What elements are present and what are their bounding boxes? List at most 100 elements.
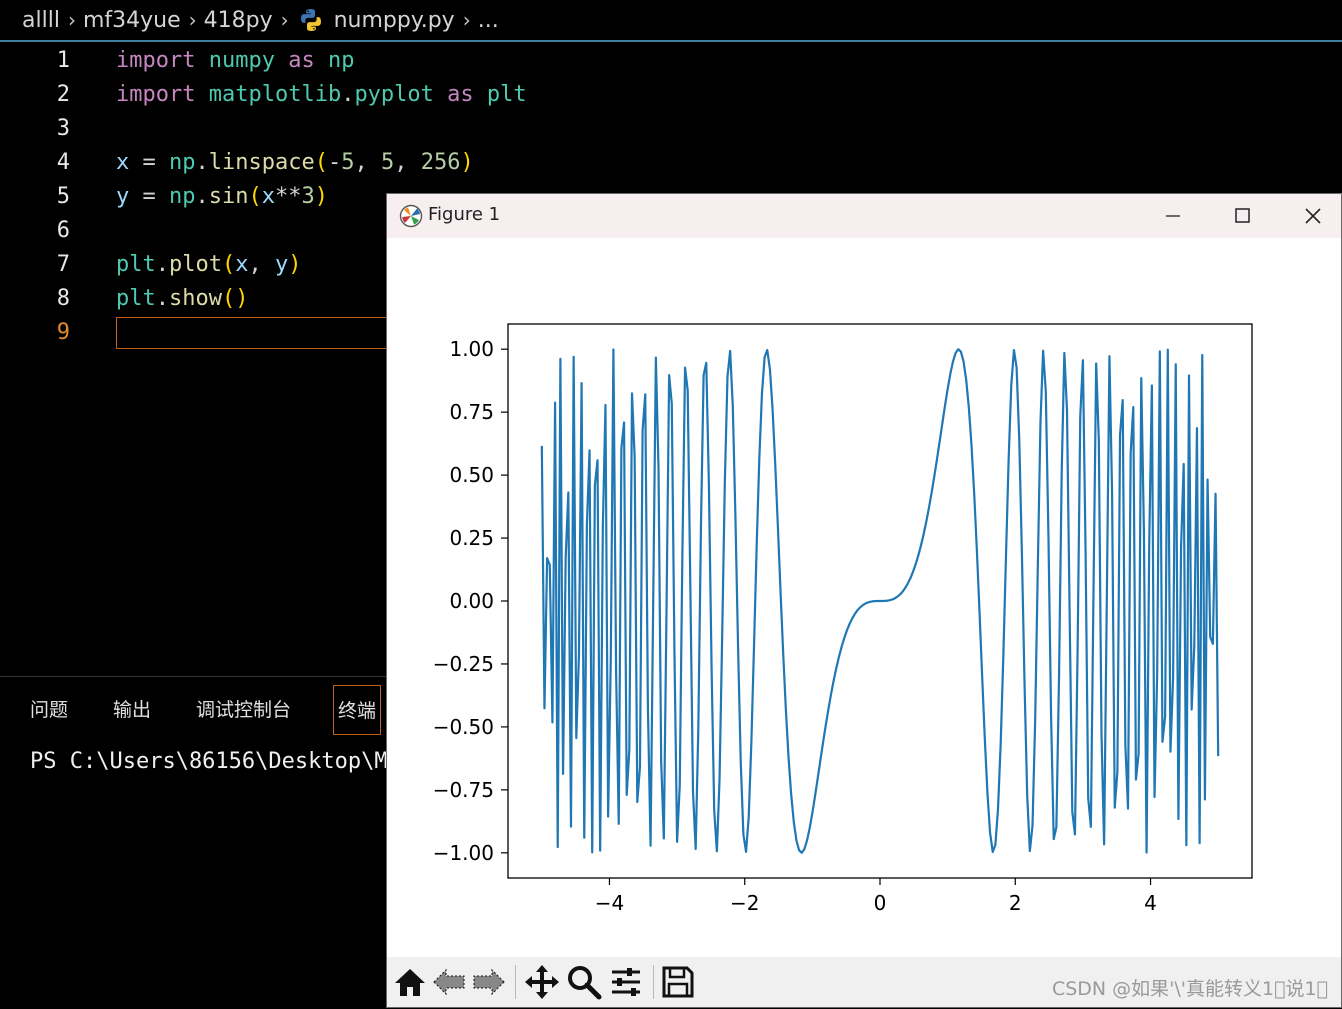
figure-window[interactable]: Figure 1 1.00 0.75 0.50 0.25 0.00 −0.25 −0.50 −… (386, 193, 1342, 1008)
y-tick-label: 0.75 (449, 400, 494, 424)
code-token: = (129, 150, 169, 175)
save-icon[interactable] (659, 963, 697, 1001)
code-token: sin (208, 184, 249, 209)
line-chart[interactable]: 1.00 0.75 0.50 0.25 0.00 −0.25 −0.50 −0.75 −1.00… (387, 238, 1341, 958)
code-line[interactable]: 1 import numpy as np (0, 44, 600, 78)
line-number: 7 (56, 252, 70, 277)
zoom-icon[interactable] (565, 963, 603, 1001)
minimize-icon[interactable] (1153, 200, 1193, 232)
python-file-icon (300, 9, 321, 31)
tab-terminal[interactable]: 终端 (333, 685, 382, 735)
y-tick-label: −0.50 (433, 715, 494, 739)
toolbar-separator (653, 965, 654, 999)
code-token: 3 (301, 184, 315, 209)
code-line[interactable]: 2 import matplotlib.pyplot as plt (0, 78, 600, 112)
figure-titlebar[interactable]: Figure 1 (387, 194, 1341, 238)
toolbar-separator (515, 965, 516, 999)
y-tick-label: −0.25 (433, 652, 494, 676)
code-token: x (261, 184, 275, 209)
code-token: y (274, 252, 289, 277)
line-number: 4 (56, 150, 70, 175)
forward-icon[interactable] (469, 963, 507, 1001)
line-number: 5 (56, 184, 70, 209)
code-token: . (341, 82, 355, 107)
code-token: ) (460, 150, 474, 175)
breadcrumb-item-more[interactable]: ... (478, 8, 499, 33)
x-tick-label: 0 (874, 891, 887, 915)
code-token: ) (314, 184, 328, 209)
code-text[interactable]: plt.show() (116, 282, 248, 316)
code-token: np (169, 184, 196, 209)
code-token: x (116, 150, 130, 175)
code-token: numpy (208, 48, 275, 73)
code-token: as (447, 82, 474, 107)
code-token: linspace (208, 150, 315, 175)
chevron-right-icon: › (188, 8, 197, 32)
code-text[interactable]: y = np.sin(x**3) (116, 180, 328, 214)
code-line[interactable]: 3 (0, 112, 600, 146)
y-tick-label: −1.00 (433, 841, 494, 865)
breadcrumb: allll › mf34yue › 418py › numppy.py › ..… (0, 0, 1342, 42)
code-token: plt (486, 82, 527, 107)
code-token: show (169, 286, 222, 311)
code-token: . (155, 286, 169, 311)
terminal-prompt[interactable]: PS C:\Users\86156\Desktop\My (30, 749, 401, 774)
code-token: import (116, 48, 196, 73)
code-token: ) (288, 252, 302, 277)
code-token: plt (116, 252, 156, 277)
tab-problems[interactable]: 问题 (30, 685, 68, 735)
maximize-icon[interactable] (1222, 200, 1262, 232)
code-token: 5 (341, 150, 355, 175)
breadcrumb-item-subfolder[interactable]: 418py (204, 8, 273, 33)
x-tick-label: 2 (1009, 891, 1022, 915)
code-token: pyplot (354, 82, 434, 107)
code-token: . (155, 252, 169, 277)
tab-debug-console[interactable]: 调试控制台 (196, 685, 291, 735)
code-line[interactable]: 4 x = np.linspace(-5, 5, 256) (0, 146, 600, 180)
y-tick-label: 0.25 (449, 526, 494, 550)
y-tick-label: −0.75 (433, 778, 494, 802)
code-token: 256 (420, 150, 461, 175)
code-token: , (248, 252, 275, 277)
pan-icon[interactable] (523, 963, 561, 1001)
breadcrumb-item-file[interactable]: numppy.py (334, 8, 455, 33)
code-token: import (116, 82, 196, 107)
code-token: np (327, 48, 355, 73)
code-token: () (221, 286, 249, 311)
x-tick-label: −2 (730, 891, 759, 915)
line-number: 8 (56, 286, 70, 311)
code-token: ( (248, 184, 262, 209)
code-text[interactable]: x = np.linspace(-5, 5, 256) (116, 146, 474, 180)
line-number: 1 (56, 48, 70, 73)
y-tick-label: 0.50 (449, 463, 494, 487)
current-line-highlight (116, 317, 388, 349)
close-icon[interactable] (1293, 200, 1333, 232)
breadcrumb-item-folder[interactable]: mf34yue (83, 8, 181, 33)
series-line (540, 348, 1220, 854)
back-icon[interactable] (431, 963, 469, 1001)
tab-output[interactable]: 输出 (113, 685, 151, 735)
code-token: y (116, 184, 130, 209)
home-icon[interactable] (391, 963, 429, 1001)
code-text[interactable]: import matplotlib.pyplot as plt (116, 78, 527, 112)
code-token: - (327, 150, 342, 175)
line-number: 6 (56, 218, 70, 243)
code-token: plt (116, 286, 156, 311)
breadcrumb-item-root[interactable]: allll (22, 8, 60, 33)
code-token: = (129, 184, 169, 209)
code-text[interactable]: import numpy as np (116, 44, 354, 78)
code-token: ( (221, 252, 236, 277)
code-token: x (235, 252, 249, 277)
x-tick-label: −4 (595, 891, 624, 915)
configure-subplots-icon[interactable] (607, 963, 645, 1001)
code-text[interactable]: plt.plot(x, y) (116, 248, 301, 282)
code-token: , (354, 150, 381, 175)
matplotlib-logo-icon (399, 204, 423, 228)
code-token: ** (275, 184, 302, 209)
code-token: ( (314, 150, 328, 175)
